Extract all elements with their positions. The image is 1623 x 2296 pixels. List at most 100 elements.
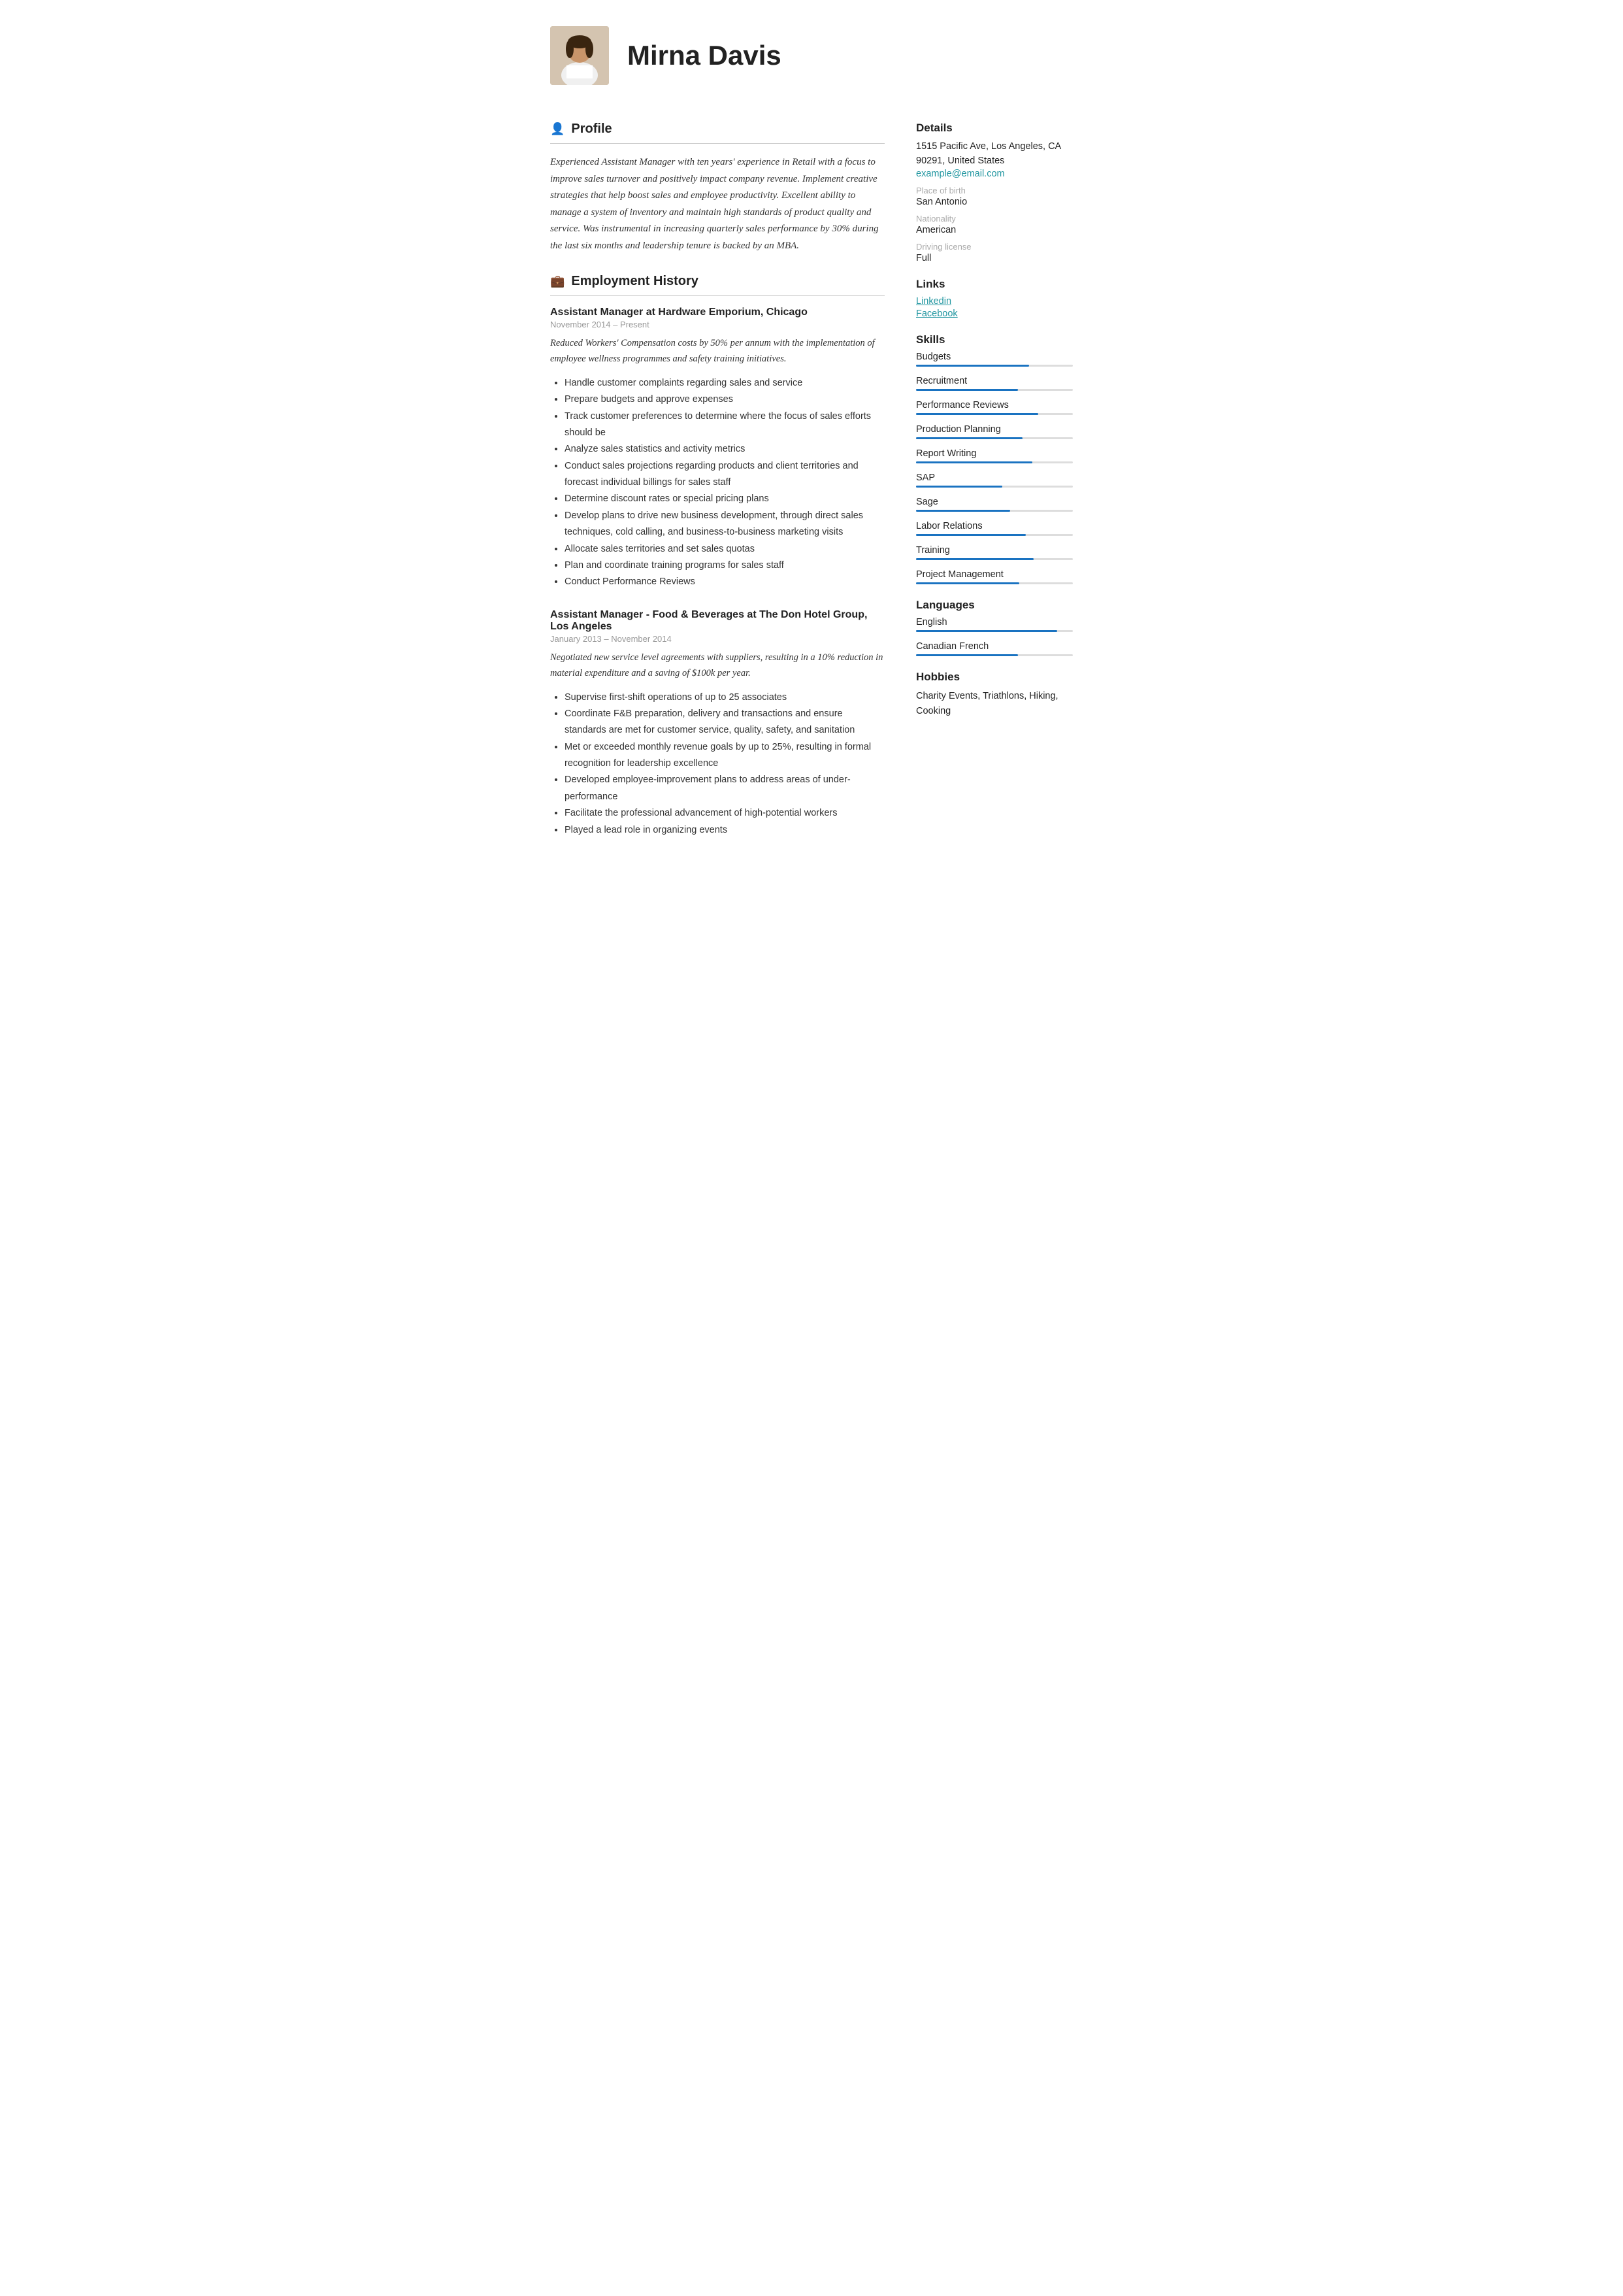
list-item: Plan and coordinate training programs fo… [565, 557, 885, 574]
nationality-value: American [916, 225, 1073, 235]
profile-section: 👤 Profile Experienced Assistant Manager … [550, 122, 885, 254]
skill-bar-background [916, 558, 1073, 560]
job-dates-1: November 2014 – Present [550, 320, 885, 329]
place-of-birth-label: Place of birth [916, 186, 1073, 195]
language-bar-fill [916, 654, 1018, 656]
list-item: Conduct Performance Reviews [565, 574, 885, 590]
links-container: LinkedinFacebook [916, 296, 1073, 319]
profile-text: Experienced Assistant Manager with ten y… [550, 154, 885, 254]
nationality-label: Nationality [916, 214, 1073, 224]
language-bar-background [916, 654, 1073, 656]
skill-name: Budgets [916, 352, 1073, 362]
skill-item: Labor Relations [916, 521, 1073, 536]
job-block-1: Assistant Manager at Hardware Emporium, … [550, 307, 885, 591]
detail-email: example@email.com [916, 169, 1073, 179]
link-item[interactable]: Facebook [916, 308, 1073, 319]
skill-name: Sage [916, 497, 1073, 507]
employment-divider [550, 295, 885, 296]
place-of-birth-value: San Antonio [916, 197, 1073, 207]
skill-bar-background [916, 389, 1073, 391]
language-bar-fill [916, 630, 1057, 632]
languages-container: English Canadian French [916, 617, 1073, 656]
right-column: Details 1515 Pacific Ave, Los Angeles, C… [916, 122, 1073, 857]
skill-bar-fill [916, 510, 1010, 512]
profile-section-title: 👤 Profile [550, 122, 885, 137]
links-title: Links [916, 278, 1073, 291]
list-item: Prepare budgets and approve expenses [565, 391, 885, 408]
skill-item: Recruitment [916, 376, 1073, 391]
skill-bar-fill [916, 365, 1029, 367]
skill-item: Performance Reviews [916, 400, 1073, 415]
list-item: Played a lead role in organizing events [565, 822, 885, 839]
skill-bar-fill [916, 413, 1038, 415]
list-item: Conduct sales projections regarding prod… [565, 458, 885, 491]
list-item: Developed employee-improvement plans to … [565, 772, 885, 805]
skill-item: Training [916, 545, 1073, 560]
skill-bar-fill [916, 582, 1019, 584]
job-title-1: Assistant Manager at Hardware Emporium, … [550, 307, 885, 318]
skill-bar-fill [916, 437, 1023, 439]
skill-name: Project Management [916, 569, 1073, 580]
employment-section-title: 💼 Employment History [550, 274, 885, 289]
employment-icon: 💼 [550, 275, 565, 288]
employment-section: 💼 Employment History Assistant Manager a… [550, 274, 885, 839]
skill-name: Performance Reviews [916, 400, 1073, 410]
skill-name: Report Writing [916, 448, 1073, 459]
skills-title: Skills [916, 333, 1073, 346]
skill-bar-background [916, 534, 1073, 536]
resume-header: Mirna Davis [550, 26, 1073, 98]
list-item: Allocate sales territories and set sales… [565, 541, 885, 557]
language-item: Canadian French [916, 641, 1073, 656]
skill-name: Recruitment [916, 376, 1073, 386]
detail-address: 1515 Pacific Ave, Los Angeles, CA 90291,… [916, 140, 1073, 169]
list-item: Track customer preferences to determine … [565, 408, 885, 442]
skill-bar-background [916, 582, 1073, 584]
skill-bar-fill [916, 461, 1032, 463]
job-summary-1: Reduced Workers' Compensation costs by 5… [550, 336, 885, 367]
driving-license-value: Full [916, 253, 1073, 263]
languages-title: Languages [916, 599, 1073, 612]
skill-item: Sage [916, 497, 1073, 512]
language-item: English [916, 617, 1073, 632]
main-content: 👤 Profile Experienced Assistant Manager … [550, 122, 1073, 857]
hobbies-title: Hobbies [916, 671, 1073, 684]
list-item: Met or exceeded monthly revenue goals by… [565, 739, 885, 773]
skill-item: SAP [916, 473, 1073, 488]
skill-bar-background [916, 461, 1073, 463]
header-name: Mirna Davis [627, 40, 781, 71]
skill-item: Report Writing [916, 448, 1073, 463]
list-item: Handle customer complaints regarding sal… [565, 375, 885, 391]
languages-section: Languages English Canadian French [916, 599, 1073, 656]
skill-bar-background [916, 413, 1073, 415]
list-item: Coordinate F&B preparation, delivery and… [565, 706, 885, 739]
skills-container: Budgets Recruitment Performance Reviews Pro… [916, 352, 1073, 584]
skill-bar-background [916, 510, 1073, 512]
skill-bar-fill [916, 558, 1034, 560]
profile-icon: 👤 [550, 122, 565, 136]
link-item[interactable]: Linkedin [916, 296, 1073, 307]
job-bullets-1: Handle customer complaints regarding sal… [550, 375, 885, 591]
language-bar-background [916, 630, 1073, 632]
driving-license-label: Driving license [916, 242, 1073, 252]
links-section: Links LinkedinFacebook [916, 278, 1073, 319]
skill-item: Project Management [916, 569, 1073, 584]
list-item: Determine discount rates or special pric… [565, 491, 885, 507]
language-name: English [916, 617, 1073, 627]
list-item: Facilitate the professional advancement … [565, 805, 885, 822]
skill-name: SAP [916, 473, 1073, 483]
skill-name: Labor Relations [916, 521, 1073, 531]
language-name: Canadian French [916, 641, 1073, 652]
list-item: Supervise first-shift operations of up t… [565, 690, 885, 706]
details-title: Details [916, 122, 1073, 135]
skill-bar-background [916, 365, 1073, 367]
job-block-2: Assistant Manager - Food & Beverages at … [550, 609, 885, 839]
hobbies-section: Hobbies Charity Events, Triathlons, Hiki… [916, 671, 1073, 719]
list-item: Develop plans to drive new business deve… [565, 508, 885, 541]
list-item: Analyze sales statistics and activity me… [565, 441, 885, 458]
profile-divider [550, 143, 885, 144]
skill-bar-background [916, 486, 1073, 488]
hobbies-text: Charity Events, Triathlons, Hiking, Cook… [916, 689, 1073, 719]
skill-name: Production Planning [916, 424, 1073, 435]
job-bullets-2: Supervise first-shift operations of up t… [550, 690, 885, 839]
job-title-2: Assistant Manager - Food & Beverages at … [550, 609, 885, 633]
